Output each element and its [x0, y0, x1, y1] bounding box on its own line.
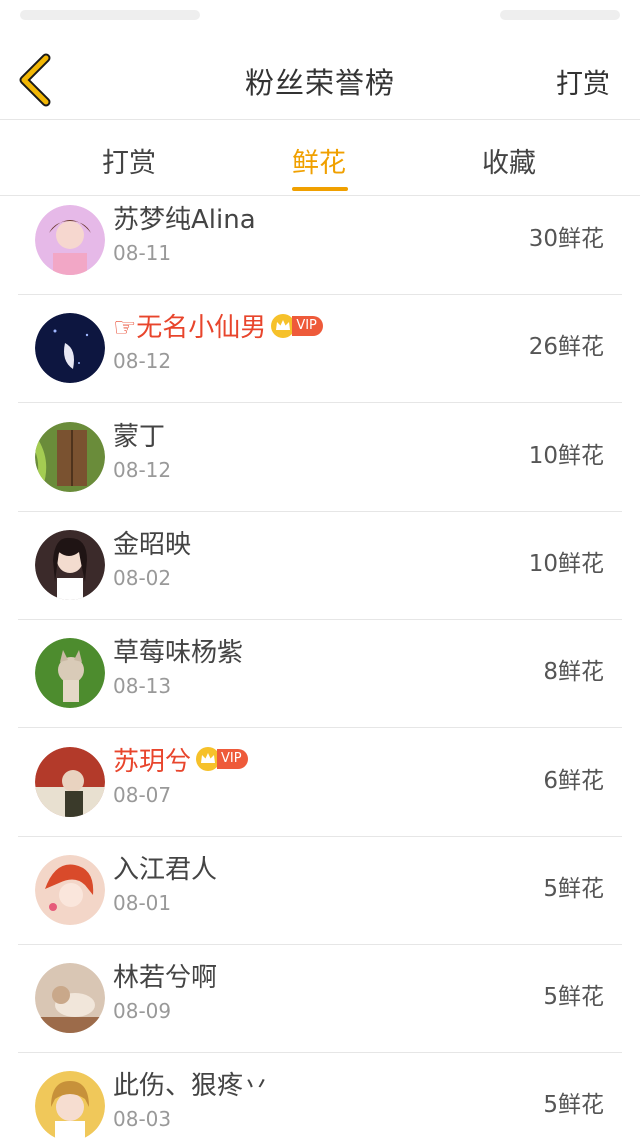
reward-button[interactable]: 打赏: [556, 62, 610, 101]
vip-badge: VIP: [217, 749, 248, 769]
flower-count: 5鲜花: [543, 1092, 604, 1119]
header-bar: 粉丝荣誉榜 打赏: [0, 30, 640, 120]
fan-name: 草莓味杨紫: [113, 638, 244, 669]
fan-name-line: 苏玥兮 VIP: [113, 741, 248, 778]
fan-date: 08-11: [113, 241, 172, 265]
avatar[interactable]: [35, 205, 105, 275]
fan-date: 08-02: [113, 565, 172, 590]
tab-flowers[interactable]: 鲜花: [292, 141, 346, 180]
fan-name: 蒙丁: [113, 421, 166, 452]
avatar[interactable]: [35, 421, 105, 492]
fan-list-item[interactable]: ☞无名小仙男 VIP 08-12 26鲜花: [0, 295, 640, 404]
fan-name: 苏玥兮: [113, 746, 192, 777]
status-bar-blur: [20, 10, 200, 20]
avatar[interactable]: [35, 313, 105, 384]
fan-date: 08-07: [113, 782, 172, 807]
avatar[interactable]: [35, 963, 105, 1034]
fan-date: 08-13: [113, 674, 172, 699]
avatar[interactable]: [35, 529, 105, 600]
fan-name-line: 蒙丁: [113, 416, 165, 453]
fan-date: 08-01: [113, 890, 172, 915]
tab-favorites[interactable]: 收藏: [482, 141, 536, 180]
fan-name-line: 苏梦纯Alina: [113, 199, 256, 236]
fan-date: 08-03: [113, 1107, 172, 1132]
fan-date: 08-12: [113, 457, 172, 482]
flower-count: 26鲜花: [528, 334, 604, 361]
flower-count: 10鲜花: [528, 442, 604, 469]
fan-name-line: 入江君人: [113, 849, 217, 886]
fan-date: 08-12: [113, 349, 172, 374]
fan-name-line: 此伤、狠疼丷: [113, 1065, 269, 1102]
tab-reward[interactable]: 打赏: [102, 141, 156, 180]
fan-list-item[interactable]: 林若兮啊 08-09 5鲜花: [0, 945, 640, 1054]
fan-name-line: 草莓味杨紫: [113, 632, 243, 669]
fan-date: 08-09: [113, 999, 172, 1024]
fan-name-line: 林若兮啊: [113, 957, 217, 994]
page-title: 粉丝荣誉榜: [244, 66, 395, 100]
fan-name: 此伤、狠疼丷: [113, 1071, 270, 1102]
fan-list-item[interactable]: 此伤、狠疼丷 08-03 5鲜花: [0, 1053, 640, 1138]
fan-list-item[interactable]: 苏梦纯Alina 08-11 30鲜花: [0, 187, 640, 295]
fan-name: 林若兮啊: [113, 963, 218, 994]
flower-count: 5鲜花: [543, 875, 604, 902]
status-bar-blur: [500, 10, 620, 20]
status-bar: [0, 0, 640, 30]
fan-name-line: 金昭映: [113, 524, 191, 561]
fan-name: ☞无名小仙男: [113, 313, 267, 344]
fan-name-line: ☞无名小仙男 VIP: [113, 307, 323, 344]
fan-name: 入江君人: [113, 854, 218, 885]
vip-badge: VIP: [292, 315, 323, 336]
fan-list-item[interactable]: 蒙丁 08-12 10鲜花: [0, 404, 640, 512]
fan-list-item[interactable]: 金昭映 08-02 10鲜花: [0, 512, 640, 620]
flower-count: 30鲜花: [528, 226, 604, 252]
flower-count: 8鲜花: [543, 659, 604, 686]
fan-name: 金昭映: [113, 529, 192, 560]
flower-count: 5鲜花: [543, 984, 604, 1011]
flower-count: 10鲜花: [528, 550, 604, 577]
tab-bar: 打赏 鲜花 收藏: [0, 121, 640, 196]
avatar[interactable]: [35, 854, 105, 925]
avatar[interactable]: [35, 638, 105, 709]
avatar[interactable]: [35, 1071, 105, 1138]
fan-list-item[interactable]: 苏玥兮 VIP 08-07 6鲜花: [0, 729, 640, 837]
fan-name: 苏梦纯Alina: [113, 205, 256, 235]
flower-count: 6鲜花: [543, 767, 604, 794]
avatar[interactable]: [35, 746, 105, 817]
fan-list-item[interactable]: 草莓味杨紫 08-13 8鲜花: [0, 620, 640, 729]
fan-list-item[interactable]: 入江君人 08-01 5鲜花: [0, 837, 640, 945]
